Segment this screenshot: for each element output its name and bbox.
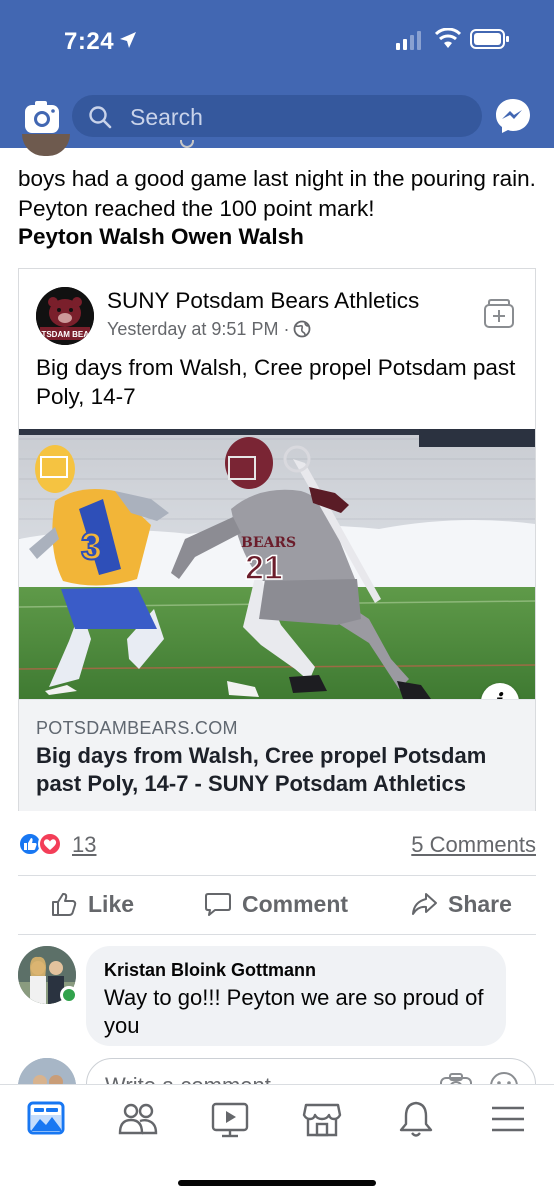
wifi-icon — [435, 28, 461, 48]
comment-button[interactable]: Comment — [204, 890, 348, 918]
page-name[interactable]: SUNY Potsdam Bears Athletics — [107, 288, 419, 314]
avatar-badge-text: POTSDAM BEARS — [36, 330, 94, 339]
post-text: boys had a good game last night in the p… — [18, 166, 536, 221]
jersey-number-right: 21 — [245, 549, 283, 587]
shared-post[interactable]: POTSDAM BEARS SUNY Potsdam Bears Athleti… — [18, 268, 536, 811]
share-icon — [412, 893, 437, 915]
friends-icon[interactable] — [118, 1099, 158, 1139]
like-button[interactable]: Like — [50, 890, 134, 918]
cellular-signal-icon — [396, 31, 421, 50]
news-feed-icon[interactable] — [26, 1099, 66, 1139]
search-placeholder: Search — [130, 104, 203, 130]
link-preview[interactable]: POTSDAMBEARS.COM Big days from Walsh, Cr… — [19, 699, 535, 811]
reactions-bar: 13 5 Comments — [18, 830, 536, 860]
comment-icon — [205, 893, 231, 916]
page-avatar[interactable]: POTSDAM BEARS — [36, 287, 94, 345]
lacrosse-photo[interactable]: 3 BEARS 21 — [19, 429, 535, 699]
comments-count[interactable]: 5 Comments — [411, 832, 536, 858]
marketplace-icon[interactable] — [302, 1099, 342, 1139]
camera-icon[interactable] — [24, 100, 60, 136]
link-title[interactable]: Big days from Walsh, Cree propel Potsdam… — [36, 742, 526, 798]
comment-text: Way to go!!! Peyton we are so proud of y… — [104, 985, 484, 1038]
notifications-icon[interactable] — [396, 1099, 436, 1139]
globe-icon — [294, 320, 311, 338]
poster-avatar[interactable] — [22, 134, 70, 156]
thumbs-up-icon — [52, 892, 77, 916]
messenger-icon[interactable] — [494, 97, 532, 135]
post-timestamp: Yesterday at 9:51 PM · — [107, 319, 311, 340]
menu-icon[interactable] — [488, 1099, 528, 1139]
status-time: 7:24 — [64, 28, 115, 55]
search-input[interactable]: Search — [72, 95, 482, 137]
top-bar: 7:24 Search — [0, 0, 554, 148]
share-button[interactable]: Share — [410, 890, 512, 918]
link-domain: POTSDAMBEARS.COM — [36, 718, 238, 738]
save-post-icon[interactable] — [483, 297, 515, 329]
bear-logo-icon: POTSDAM BEARS — [36, 287, 94, 345]
reaction-count[interactable]: 13 — [72, 832, 96, 858]
location-arrow-icon — [120, 32, 136, 48]
shared-post-text: Big days from Walsh, Cree propel Potsdam… — [36, 355, 516, 409]
jersey-number-left: 3 — [81, 526, 102, 568]
share-label: Share — [448, 890, 512, 917]
online-status-indicator — [60, 986, 78, 1004]
comment-label: Comment — [242, 890, 349, 917]
battery-icon — [470, 29, 509, 49]
header-nav: Search — [0, 94, 554, 140]
post-tagged-people[interactable]: Peyton Walsh Owen Walsh — [18, 224, 304, 250]
love-reaction-icon[interactable] — [38, 832, 62, 856]
watch-icon[interactable] — [210, 1099, 250, 1139]
status-bar: 7:24 — [0, 0, 554, 84]
comment-bubble[interactable]: Kristan Bloink Gottmann Way to go!!! Pey… — [86, 946, 506, 1046]
like-label: Like — [88, 890, 135, 917]
comment-author[interactable]: Kristan Bloink Gottmann — [104, 960, 316, 981]
lacrosse-game-image: 3 BEARS 21 — [19, 429, 535, 699]
search-icon — [89, 106, 112, 129]
post-actions: Like Comment Share — [18, 876, 536, 934]
divider — [18, 934, 536, 935]
home-indicator[interactable] — [178, 1180, 376, 1186]
post-time: Yesterday at 9:51 PM · — [107, 319, 290, 339]
